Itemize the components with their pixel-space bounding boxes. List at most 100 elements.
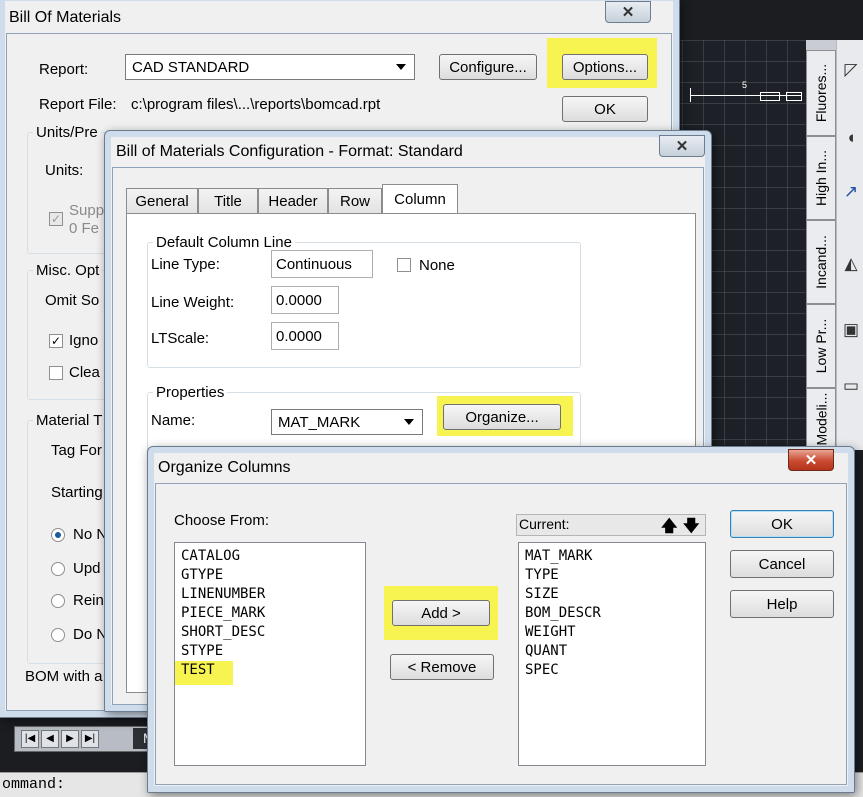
clear-label: Clea [69, 364, 100, 381]
supp-checkbox[interactable]: ✓ [49, 212, 63, 226]
current-label: Current: [519, 516, 570, 532]
list-item[interactable]: CATALOG [181, 547, 359, 566]
list-item[interactable]: TYPE [525, 566, 699, 585]
organize-client-area: Choose From: CATALOG GTYPE LINENUMBER PI… [155, 483, 847, 785]
omit-label: Omit So [45, 292, 100, 309]
column-name-select[interactable]: MAT_MARK [271, 409, 423, 435]
tab-column[interactable]: Column [382, 184, 458, 213]
close-icon: ✕ [804, 452, 818, 469]
organize-close-button[interactable]: ✕ [788, 449, 834, 471]
radio-update-label: Upd [73, 560, 101, 577]
chevron-down-icon [404, 419, 414, 425]
palette-tab-fluorescent[interactable]: Fluores... [806, 50, 836, 136]
none-checkbox[interactable] [397, 258, 411, 272]
tag-format-label: Tag For [51, 442, 102, 459]
none-label: None [419, 257, 455, 274]
radio-reinitialize[interactable] [51, 594, 65, 608]
list-item[interactable]: GTYPE [181, 566, 359, 585]
palette-tab-low-pressure[interactable]: Low Pr... [806, 304, 836, 388]
next-tab-icon[interactable]: ▶ [61, 730, 79, 748]
radio-update[interactable] [51, 562, 65, 576]
list-item-selected[interactable]: TEST [175, 661, 233, 685]
tab-row[interactable]: Row [328, 188, 382, 213]
report-select[interactable]: CAD STANDARD [125, 54, 415, 80]
line-type-field[interactable]: Continuous [271, 250, 373, 278]
ignore-checkbox[interactable]: ✓ [49, 334, 63, 348]
palette-tab-high-intensity[interactable]: High In... [806, 136, 836, 220]
close-icon: ✕ [621, 4, 635, 21]
choose-from-label: Choose From: [174, 512, 270, 529]
material-tag-title: Material T [33, 412, 106, 429]
bom-window-title: Bill Of Materials [9, 9, 122, 26]
spot-light-icon[interactable]: ↗ [841, 182, 861, 206]
list-item[interactable]: SIZE [525, 585, 699, 604]
options-button[interactable]: Options... [562, 54, 648, 80]
fixture-round-icon[interactable]: ▭ [841, 376, 861, 400]
choose-from-list[interactable]: CATALOG GTYPE LINENUMBER PIECE_MARK SHOR… [174, 542, 366, 766]
list-item[interactable]: STYPE [181, 642, 359, 661]
last-tab-icon[interactable]: ▶| [81, 730, 99, 748]
tool-palette-tabs: Fluores... High In... Incand... Low Pr..… [806, 40, 836, 450]
organize-button[interactable]: Organize... [443, 404, 561, 430]
command-prompt: ommand: [2, 776, 66, 793]
radio-do-not-label: Do N [73, 626, 108, 643]
units-group-title: Units/Pre [33, 124, 101, 141]
properties-title: Properties [153, 384, 228, 401]
line-weight-field[interactable]: 0.0000 [271, 286, 339, 314]
report-label: Report: [39, 61, 89, 78]
bom-close-button[interactable]: ✕ [605, 1, 651, 23]
move-down-icon[interactable]: 🡇 [683, 515, 699, 542]
supp-label: Supp [69, 202, 105, 219]
first-tab-icon[interactable]: |◀ [21, 730, 39, 748]
organize-window-title: Organize Columns [158, 459, 291, 476]
list-item[interactable]: PIECE_MARK [181, 604, 359, 623]
list-item[interactable]: WEIGHT [525, 623, 699, 642]
ceiling-light-icon[interactable]: ◭ [841, 254, 861, 278]
radio-no-number[interactable] [51, 528, 65, 542]
fixture-box-icon[interactable]: ▣ [841, 320, 861, 344]
chevron-down-icon [396, 64, 406, 70]
config-close-button[interactable]: ✕ [659, 135, 705, 157]
organize-ok-button[interactable]: OK [730, 510, 834, 538]
tab-header[interactable]: Header [258, 188, 328, 213]
ltscale-field[interactable]: 0.0000 [271, 322, 339, 350]
dimension-text: 5 [742, 80, 748, 90]
tab-title[interactable]: Title [198, 188, 258, 213]
tab-general[interactable]: General [126, 188, 198, 213]
units-label: Units: [45, 162, 84, 179]
prev-tab-icon[interactable]: ◀ [41, 730, 59, 748]
list-item[interactable]: LINENUMBER [181, 585, 359, 604]
starting-label: Starting [51, 484, 103, 501]
name-label: Name: [151, 412, 196, 429]
light-fixture-icon[interactable]: ◸ [841, 60, 861, 84]
organize-window: Organize Columns ✕ Choose From: CATALOG … [147, 446, 855, 793]
list-item[interactable]: SPEC [525, 661, 699, 680]
line-type-label: Line Type: [151, 256, 220, 273]
bom-ok-button[interactable]: OK [562, 96, 648, 122]
radio-do-not[interactable] [51, 628, 65, 642]
remove-button[interactable]: < Remove [390, 654, 494, 680]
list-item[interactable]: BOM_DESCR [525, 604, 699, 623]
right-toolbar: ◸ ◖ ↗ ◭ ▣ ▭ [836, 40, 863, 450]
wall-light-icon[interactable]: ◖ [841, 128, 861, 152]
organize-cancel-button[interactable]: Cancel [730, 550, 834, 578]
radio-no-number-label: No N [73, 526, 108, 543]
list-item[interactable]: QUANT [525, 642, 699, 661]
list-item[interactable]: MAT_MARK [525, 547, 699, 566]
clear-checkbox[interactable] [49, 366, 63, 380]
dimension-box [786, 92, 802, 101]
supp-label-2: 0 Fe [69, 220, 100, 237]
config-window-title: Bill of Materials Configuration - Format… [116, 143, 463, 160]
move-up-icon[interactable]: 🡅 [661, 515, 677, 542]
add-button[interactable]: Add > [392, 600, 490, 626]
list-item[interactable]: SHORT_DESC [181, 623, 359, 642]
palette-tab-incandescent[interactable]: Incand... [806, 220, 836, 304]
dimension-box [760, 92, 780, 101]
organize-help-button[interactable]: Help [730, 590, 834, 618]
default-column-line-title: Default Column Line [153, 234, 295, 251]
current-list[interactable]: MAT_MARK TYPE SIZE BOM_DESCR WEIGHT QUAN… [518, 542, 706, 766]
palette-tab-modeling[interactable]: Modeli... [806, 388, 836, 450]
configure-button[interactable]: Configure... [439, 54, 537, 80]
misc-options-title: Misc. Opt [33, 262, 103, 279]
close-icon: ✕ [675, 138, 689, 155]
